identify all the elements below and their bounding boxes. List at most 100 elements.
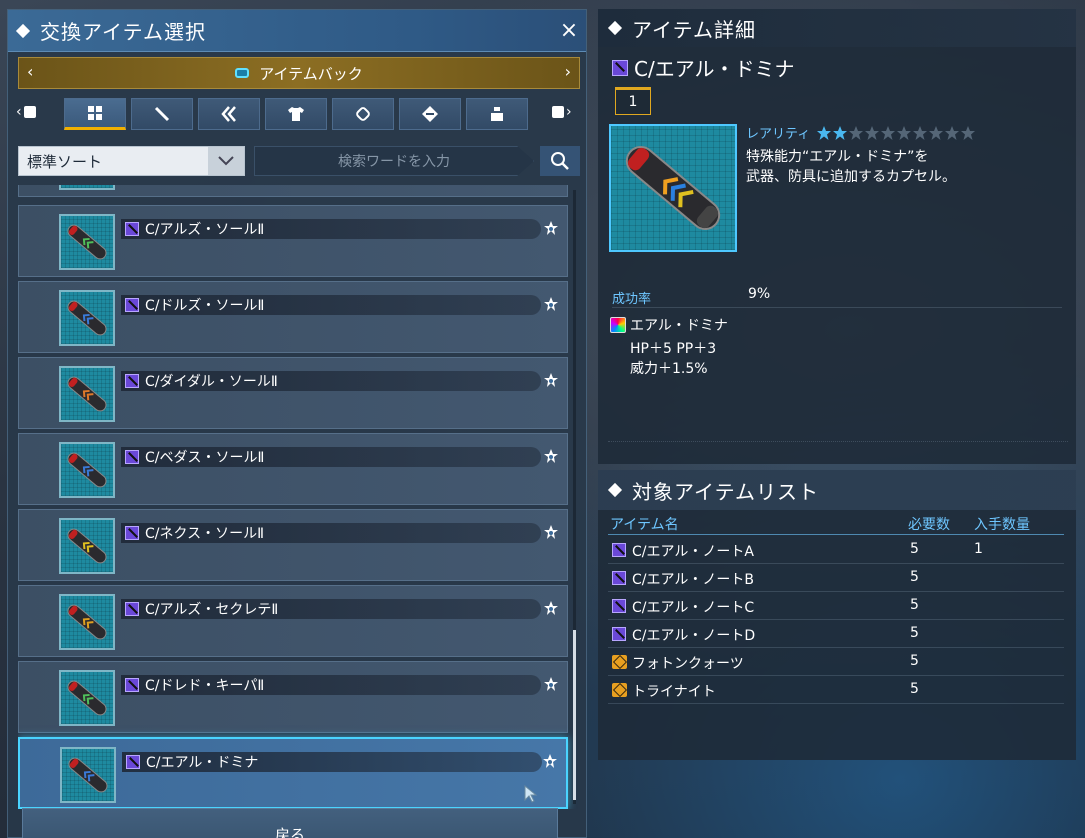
list-item[interactable]: C/ドレド・キーパⅡ xyxy=(18,661,568,733)
diamond-icon xyxy=(607,20,623,36)
sort-dropdown[interactable]: 標準ソート xyxy=(18,146,245,176)
tab-costume[interactable] xyxy=(265,98,327,130)
tradable-icon xyxy=(543,220,559,236)
header-owned: 入手数量 xyxy=(974,517,1030,533)
list-item[interactable] xyxy=(18,185,568,197)
tab-material[interactable] xyxy=(399,98,461,130)
capsule-image-icon xyxy=(67,528,107,564)
item-name-bar: C/ドレド・キーパⅡ xyxy=(121,675,541,695)
capsule-icon xyxy=(612,599,626,613)
item-thumbnail xyxy=(59,670,115,726)
item-name-bar: C/ネクス・ソールⅡ xyxy=(121,523,541,543)
list-item[interactable]: C/ネクス・ソールⅡ xyxy=(18,509,568,581)
item-name-bar: C/ダイダル・ソールⅡ xyxy=(121,371,541,391)
effect-line: HP＋5 PP＋3 xyxy=(630,341,717,357)
capsule-icon xyxy=(125,678,139,692)
detail-title: アイテム詳細 xyxy=(632,17,756,42)
item-name: C/ドレド・キーパⅡ xyxy=(145,678,265,694)
sort-search-row: 標準ソート 検索ワードを入力 xyxy=(18,146,580,176)
table-row: C/エアル・ノートD 5 xyxy=(608,620,1064,648)
item-name-bar: C/ベダス・ソールⅡ xyxy=(121,447,541,467)
scrollbar[interactable] xyxy=(573,190,576,804)
tradable-icon xyxy=(543,676,559,692)
target-header: 対象アイテムリスト xyxy=(598,470,1076,510)
header-item-name: アイテム名 xyxy=(610,517,679,533)
tab-next-button[interactable]: › xyxy=(550,104,572,120)
table-row: C/エアル・ノートB 5 xyxy=(608,564,1064,592)
tag-icon xyxy=(356,107,370,121)
close-button[interactable]: × xyxy=(558,20,580,42)
panel-header: 交換アイテム選択 xyxy=(8,10,586,52)
rarity-label: レアリティ xyxy=(746,127,811,142)
star-empty-icon xyxy=(897,125,912,140)
table-row: トライナイト 5 xyxy=(608,676,1064,704)
effect-description: HP＋5 PP＋3 威力＋1.5% xyxy=(630,339,716,379)
item-name-bar: C/ドルズ・ソールⅡ xyxy=(121,295,541,315)
rarity-row: レアリティ xyxy=(746,123,976,142)
arrows-icon xyxy=(422,106,438,122)
star-empty-icon xyxy=(929,125,944,140)
capsule-icon xyxy=(125,222,139,236)
row-item-name: C/エアル・ノートB xyxy=(632,572,754,588)
tab-prev-button[interactable]: ‹ xyxy=(16,104,38,120)
description-line: 特殊能力“エアル・ドミナ”を xyxy=(746,149,929,165)
header-required: 必要数 xyxy=(908,517,950,533)
star-empty-icon xyxy=(881,125,896,140)
tradable-icon xyxy=(543,372,559,388)
capsule-image-icon xyxy=(67,452,107,488)
list-item[interactable]: C/エアル・ドミナ xyxy=(18,737,568,809)
capsule-icon xyxy=(612,627,626,641)
item-name-bar: C/エアル・ドミナ xyxy=(122,752,542,772)
list-item[interactable]: C/アルズ・セクレテⅡ xyxy=(18,585,568,657)
item-thumbnail xyxy=(59,442,115,498)
tab-consumable[interactable] xyxy=(466,98,528,130)
star-empty-icon xyxy=(865,125,880,140)
scroll-thumb[interactable] xyxy=(573,630,576,800)
search-input[interactable]: 検索ワードを入力 xyxy=(254,146,534,176)
effect-name: エアル・ドミナ xyxy=(630,318,728,334)
mouse-cursor-icon xyxy=(524,785,538,803)
capsule-icon xyxy=(612,571,626,585)
row-owned: 1 xyxy=(974,541,983,557)
item-bag-selector[interactable]: ‹ アイテムバック › xyxy=(18,57,580,89)
consumable-icon xyxy=(491,107,503,121)
prev-arrow-icon[interactable]: ‹ xyxy=(27,62,33,81)
tradable-icon xyxy=(543,524,559,540)
next-arrow-icon[interactable]: › xyxy=(565,62,571,81)
target-item-list-panel: 対象アイテムリスト アイテム名 必要数 入手数量 C/エアル・ノートA 5 1 C/エ… xyxy=(598,470,1076,760)
capsule-image-icon xyxy=(67,224,107,260)
list-item[interactable]: C/ドルズ・ソールⅡ xyxy=(18,281,568,353)
exchange-item-select-panel: 交換アイテム選択 × ‹ アイテムバック › ‹ › 標準ソート 検索ワードを入… xyxy=(7,9,587,838)
table-row: C/エアル・ノートA 5 1 xyxy=(608,536,1064,564)
level-badge: 1 xyxy=(615,87,651,115)
capsule-icon xyxy=(125,450,139,464)
capsule-icon xyxy=(612,543,626,557)
item-thumbnail xyxy=(59,594,115,650)
category-tabs: ‹ › xyxy=(16,98,580,132)
list-item[interactable]: C/アルズ・ソールⅡ xyxy=(18,205,568,277)
list-item[interactable]: C/ダイダル・ソールⅡ xyxy=(18,357,568,429)
tab-accessory[interactable] xyxy=(332,98,394,130)
item-name: C/エアル・ドミナ xyxy=(146,755,259,771)
target-title: 対象アイテムリスト xyxy=(632,479,819,504)
item-description: 特殊能力“エアル・ドミナ”を 武器、防具に追加するカプセル。 xyxy=(746,147,956,187)
item-thumbnail xyxy=(59,366,115,422)
tab-weapon[interactable] xyxy=(131,98,193,130)
star-empty-icon xyxy=(961,125,976,140)
capsule-image-icon xyxy=(68,757,108,793)
list-item[interactable]: C/ベダス・ソールⅡ xyxy=(18,433,568,505)
row-required: 5 xyxy=(910,541,919,557)
gem-icon xyxy=(612,683,627,697)
tradable-icon xyxy=(543,448,559,464)
search-button[interactable] xyxy=(540,146,580,176)
item-detail-panel: アイテム詳細 C/エアル・ドミナ 1 レアリティ 特殊能力“エアル・ドミナ”を … xyxy=(598,9,1076,464)
detail-item-name-row: C/エアル・ドミナ xyxy=(608,53,795,82)
item-thumbnail xyxy=(59,290,115,346)
back-button[interactable]: 戻る xyxy=(22,808,558,838)
success-rate-value: 9% xyxy=(748,286,771,302)
tab-all[interactable] xyxy=(64,98,126,130)
item-thumbnail xyxy=(59,214,115,270)
tab-unit[interactable] xyxy=(198,98,260,130)
item-name: C/ドルズ・ソールⅡ xyxy=(145,298,265,314)
item-thumbnail xyxy=(59,185,115,190)
